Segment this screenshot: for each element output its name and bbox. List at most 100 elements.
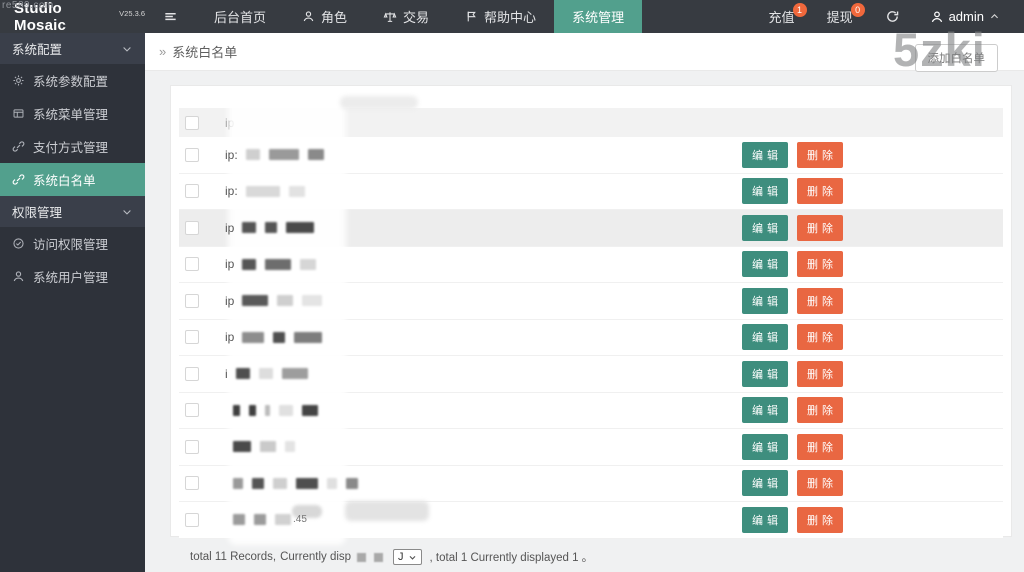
edit-button[interactable]: 编辑 <box>742 141 788 168</box>
recharge-label: 充值 <box>768 10 795 25</box>
redacted-block <box>346 477 358 489</box>
redacted-ip-value <box>242 331 323 343</box>
row-actions: 编辑 删除 <box>742 506 843 533</box>
redacted-ip-value <box>233 404 318 416</box>
edit-button[interactable]: 编辑 <box>742 214 788 241</box>
sidebar-collapse-button[interactable] <box>145 0 196 33</box>
row-actions: 编辑 删除 <box>742 470 843 497</box>
redacted-block <box>233 404 240 416</box>
delete-button[interactable]: 删除 <box>797 360 843 387</box>
sidebar-item-label: 系统参数配置 <box>33 75 109 89</box>
edit-button[interactable]: 编辑 <box>742 397 788 424</box>
breadcrumb-symbol: » <box>159 44 167 59</box>
delete-button[interactable]: 删除 <box>797 214 843 241</box>
row-checkbox[interactable] <box>185 439 199 454</box>
redacted-block <box>374 552 384 562</box>
nav-tab-2[interactable]: 交易 <box>365 0 447 33</box>
table-row: ip 编辑 删除 <box>179 283 1003 320</box>
delete-button[interactable]: 删除 <box>797 141 843 168</box>
redacted-block <box>245 149 260 161</box>
delete-button[interactable]: 删除 <box>797 324 843 351</box>
row-checkbox[interactable] <box>185 293 199 308</box>
chevron-down-icon <box>121 206 133 218</box>
delete-button[interactable]: 删除 <box>797 397 843 424</box>
row-checkbox[interactable] <box>185 147 199 162</box>
delete-button[interactable]: 删除 <box>797 251 843 278</box>
redacted-block <box>249 404 256 416</box>
edit-button[interactable]: 编辑 <box>742 287 788 314</box>
main-nav: 后台首页 角色 交易 帮助中心 系统管理 <box>196 0 643 33</box>
sidebar-item-系统菜单管理[interactable]: 系统菜单管理 <box>0 97 145 130</box>
row-checkbox[interactable] <box>185 403 199 418</box>
sidebar-item-label: 支付方式管理 <box>33 141 109 155</box>
person-icon <box>302 10 315 23</box>
delete-button[interactable]: 删除 <box>797 287 843 314</box>
recharge-button[interactable]: 充值 1 <box>753 0 811 33</box>
edit-button[interactable]: 编辑 <box>742 251 788 278</box>
add-whitelist-button[interactable]: 添加白名单 <box>914 44 998 72</box>
redacted-block <box>302 404 318 416</box>
sidebar-item-系统用户管理[interactable]: 系统用户管理 <box>0 260 145 293</box>
edit-button[interactable]: 编辑 <box>742 506 788 533</box>
row-checkbox[interactable] <box>185 476 199 491</box>
main-content: » 系统白名单 添加白名单 ip ip: 编辑 删除 ip: 编辑 删除 ip 编辑 删除 ip 编… <box>145 33 1024 572</box>
sidebar-item-访问权限管理[interactable]: 访问权限管理 <box>0 227 145 260</box>
sidebar-item-label: 访问权限管理 <box>33 238 109 252</box>
gear-icon <box>12 74 25 87</box>
row-checkbox[interactable] <box>185 366 199 381</box>
redacted-block <box>300 258 317 270</box>
check-circle-icon <box>12 237 25 250</box>
sidebar-item-系统白名单[interactable]: 系统白名单 <box>0 163 145 196</box>
delete-button[interactable]: 删除 <box>797 470 843 497</box>
nav-tab-1[interactable]: 角色 <box>284 0 365 33</box>
row-actions: 编辑 删除 <box>742 251 843 278</box>
row-actions: 编辑 删除 <box>742 141 843 168</box>
table-row: ip 编辑 删除 <box>179 319 1003 356</box>
refresh-button[interactable] <box>869 0 916 33</box>
withdraw-button[interactable]: 提现 0 <box>811 0 869 33</box>
sidebar-item-系统参数配置[interactable]: 系统参数配置 <box>0 64 145 97</box>
select-all-checkbox[interactable] <box>185 115 199 130</box>
sidebar-section-0[interactable]: 系统配置 <box>0 33 145 64</box>
row-checkbox[interactable] <box>185 257 199 272</box>
row-checkbox[interactable] <box>185 512 199 527</box>
row-checkbox[interactable] <box>185 184 199 199</box>
nav-tab-4[interactable]: 系统管理 <box>554 0 643 33</box>
edit-button[interactable]: 编辑 <box>742 360 788 387</box>
redacted-block <box>265 222 278 234</box>
table-row: 编辑 删除 <box>179 392 1003 429</box>
pages-total-text: , total 1 Currently displayed 1 。 <box>429 552 594 564</box>
edit-button[interactable]: 编辑 <box>742 178 788 205</box>
sidebar-section-1[interactable]: 权限管理 <box>0 196 145 227</box>
table-row: 编辑 删除 <box>179 429 1003 466</box>
redacted-block <box>281 368 308 380</box>
redacted-block <box>252 477 264 489</box>
edit-button[interactable]: 编辑 <box>742 470 788 497</box>
row-checkbox[interactable] <box>185 220 199 235</box>
redacted-block <box>302 295 323 307</box>
page-size-select[interactable]: J <box>393 549 422 565</box>
edit-button[interactable]: 编辑 <box>742 433 788 460</box>
delete-button[interactable]: 删除 <box>797 506 843 533</box>
delete-button[interactable]: 删除 <box>797 178 843 205</box>
edit-button[interactable]: 编辑 <box>742 324 788 351</box>
scales-icon <box>383 10 397 24</box>
ip-column-header: ip <box>225 115 235 130</box>
table-row: 编辑 删除 <box>179 465 1003 502</box>
row-checkbox[interactable] <box>185 330 199 345</box>
delete-button[interactable]: 删除 <box>797 433 843 460</box>
user-menu[interactable]: admin <box>916 0 1014 33</box>
sidebar-item-支付方式管理[interactable]: 支付方式管理 <box>0 130 145 163</box>
table-row: ip 编辑 删除 <box>179 246 1003 283</box>
redacted-block <box>285 441 295 453</box>
records-total-text: total 11 Records, <box>190 551 277 563</box>
redacted-block <box>275 514 291 526</box>
nav-tab-3[interactable]: 帮助中心 <box>447 0 554 33</box>
nav-tab-label: 交易 <box>403 10 430 25</box>
redacted-block <box>233 514 245 526</box>
nav-tab-label: 角色 <box>321 10 348 25</box>
redacted-block <box>242 258 257 270</box>
nav-tab-0[interactable]: 后台首页 <box>196 0 284 33</box>
redacted-block <box>296 477 318 489</box>
brand-version: V25.3.6 <box>119 8 145 18</box>
